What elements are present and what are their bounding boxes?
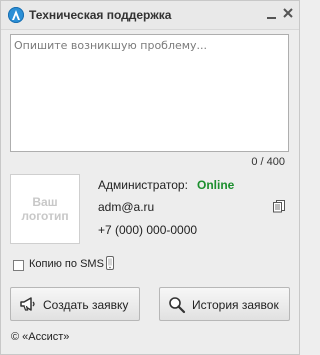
create-ticket-button[interactable]: Создать заявку xyxy=(10,287,140,321)
admin-label: Администратор: xyxy=(98,178,188,192)
support-window: Техническая поддержка Опишите возникшую … xyxy=(0,0,300,355)
ticket-history-button[interactable]: История заявок xyxy=(159,287,290,321)
company-logo-text: Ваш логотип xyxy=(21,195,69,223)
company-logo-placeholder: Ваш логотип xyxy=(10,174,80,244)
admin-email: adm@a.ru xyxy=(98,200,155,214)
ticket-history-label: История заявок xyxy=(192,298,279,312)
character-counter: 0 / 400 xyxy=(251,156,285,168)
copy-icon[interactable] xyxy=(272,199,286,213)
search-icon xyxy=(168,296,186,317)
close-button[interactable] xyxy=(282,7,294,21)
sms-copy-label[interactable]: Копию по SMS xyxy=(29,258,104,270)
admin-status: Online xyxy=(197,178,235,192)
admin-phone: +7 (000) 000-0000 xyxy=(98,223,198,237)
copyright: © «Ассист» xyxy=(11,331,70,343)
window-title: Техническая поддержка xyxy=(29,8,172,22)
problem-description-textarea[interactable]: Опишите возникшую проблему... xyxy=(10,34,289,152)
assist-logo-icon xyxy=(8,7,24,23)
create-ticket-label: Создать заявку xyxy=(43,298,129,312)
title-bar: Техническая поддержка xyxy=(1,1,299,30)
mobile-phone-icon xyxy=(105,256,115,270)
sms-copy-checkbox[interactable] xyxy=(13,260,24,271)
megaphone-icon xyxy=(19,296,37,315)
minimize-button[interactable] xyxy=(266,7,278,21)
